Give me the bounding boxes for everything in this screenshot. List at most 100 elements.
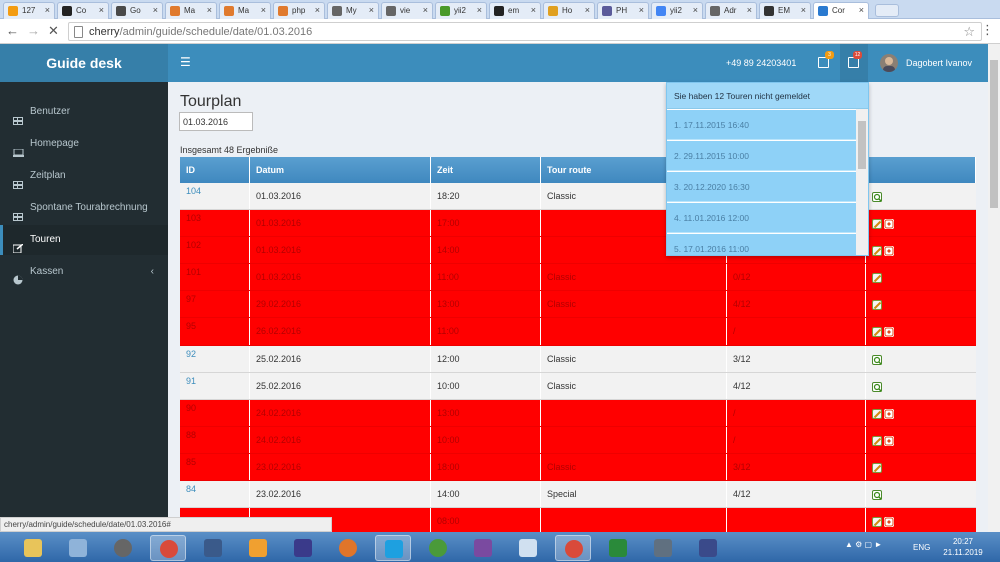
delete-icon[interactable] — [884, 517, 894, 528]
new-tab-button[interactable] — [875, 4, 899, 17]
back-icon[interactable]: ← — [6, 24, 19, 38]
tab-close-icon[interactable]: × — [45, 5, 50, 15]
notification-item[interactable]: 4. 11.01.2016 12:00 — [667, 203, 857, 233]
browser-tab[interactable]: EM × — [759, 2, 811, 19]
sidebar-item-zeitplan[interactable]: Zeitplan — [0, 161, 168, 191]
taskbar-app-button[interactable] — [690, 535, 726, 561]
browser-tab[interactable]: yii2 × — [651, 2, 703, 19]
cell-id[interactable]: 90 — [180, 399, 250, 426]
tab-close-icon[interactable]: × — [423, 5, 428, 15]
tab-close-icon[interactable]: × — [207, 5, 212, 15]
browser-tab[interactable]: Co × — [57, 2, 109, 19]
sidebar-item-touren[interactable]: Touren — [0, 225, 168, 255]
tab-close-icon[interactable]: × — [369, 5, 374, 15]
edit-icon[interactable] — [872, 327, 882, 338]
delete-icon[interactable] — [884, 327, 894, 338]
browser-tab[interactable]: vie × — [381, 2, 433, 19]
edit-icon[interactable] — [872, 435, 882, 446]
view-icon[interactable] — [872, 381, 882, 392]
taskbar-app-button[interactable] — [15, 535, 51, 561]
taskbar-app-button[interactable] — [555, 535, 591, 561]
address-bar[interactable]: cherry/admin/guide/schedule/date/01.03.2… — [68, 22, 982, 41]
notification-item[interactable]: 2. 29.11.2015 10:00 — [667, 141, 857, 171]
edit-icon[interactable] — [872, 246, 882, 257]
notification-item[interactable]: 5. 17.01.2016 11:00 — [667, 234, 857, 255]
app-logo[interactable]: Guide desk — [0, 44, 168, 82]
cell-id[interactable]: 92 — [180, 345, 250, 372]
tab-close-icon[interactable]: × — [531, 5, 536, 15]
notification-item[interactable]: 1. 17.11.2015 16:40 — [667, 110, 857, 140]
taskbar-app-button[interactable] — [645, 535, 681, 561]
forward-icon[interactable]: → — [27, 24, 40, 38]
edit-icon[interactable] — [872, 219, 882, 230]
taskbar-app-button[interactable] — [375, 535, 411, 561]
page-scroll-thumb[interactable] — [990, 60, 998, 208]
cell-id[interactable]: 84 — [180, 481, 250, 508]
date-input[interactable] — [179, 112, 253, 131]
cell-id[interactable]: 97 — [180, 291, 250, 318]
browser-tab[interactable]: em × — [489, 2, 541, 19]
tab-close-icon[interactable]: × — [693, 5, 698, 15]
tab-close-icon[interactable]: × — [585, 5, 590, 15]
cell-id[interactable]: 101 — [180, 264, 250, 291]
cell-id[interactable]: 104 — [180, 183, 250, 210]
taskbar-app-button[interactable] — [510, 535, 546, 561]
tab-close-icon[interactable]: × — [261, 5, 266, 15]
user-name[interactable]: Dagobert Ivanov — [906, 58, 972, 68]
browser-tab[interactable]: yii2 × — [435, 2, 487, 19]
chevron-left-icon[interactable]: ‹ — [151, 257, 154, 287]
browser-tab[interactable]: Adr × — [705, 2, 757, 19]
notification-item[interactable]: 3. 20.12.2020 16:30 — [667, 172, 857, 202]
view-icon[interactable] — [872, 490, 882, 501]
tab-close-icon[interactable]: × — [639, 5, 644, 15]
tab-close-icon[interactable]: × — [747, 5, 752, 15]
tab-close-icon[interactable]: × — [477, 5, 482, 15]
sidebar-item-homepage[interactable]: Homepage — [0, 129, 168, 159]
browser-tab[interactable]: Ho × — [543, 2, 595, 19]
table-row[interactable]: 95 26.02.2016 11:00 / — [180, 318, 976, 346]
taskbar-app-button[interactable] — [600, 535, 636, 561]
sidebar-toggle-icon[interactable]: ☰ — [180, 55, 191, 69]
table-row[interactable]: 85 23.02.2016 18:00 Classic 3/12 — [180, 453, 976, 482]
stop-icon[interactable]: ✕ — [48, 24, 59, 38]
column-header-datum[interactable]: Datum — [250, 157, 431, 183]
table-row[interactable]: 97 29.02.2016 13:00 Classic 4/12 — [180, 291, 976, 319]
cell-id[interactable]: 95 — [180, 318, 250, 345]
browser-tab[interactable]: Cor × — [813, 2, 869, 19]
browser-tab[interactable]: Ma × — [165, 2, 217, 19]
taskbar-app-button[interactable] — [330, 535, 366, 561]
browser-menu-icon[interactable]: ⋮ — [981, 22, 994, 38]
table-row[interactable]: 90 24.02.2016 13:00 / — [180, 399, 976, 427]
taskbar-app-button[interactable] — [240, 535, 276, 561]
browser-tab[interactable]: PH × — [597, 2, 649, 19]
table-row[interactable]: 101 01.03.2016 11:00 Classic 0/12 — [180, 264, 976, 292]
edit-icon[interactable] — [872, 462, 882, 473]
view-icon[interactable] — [872, 192, 882, 202]
table-row[interactable]: 92 25.02.2016 12:00 Classic 3/12 — [180, 345, 976, 373]
tab-close-icon[interactable]: × — [315, 5, 320, 15]
delete-icon[interactable] — [884, 219, 894, 230]
taskbar-app-button[interactable] — [195, 535, 231, 561]
table-row[interactable]: 91 25.02.2016 10:00 Classic 4/12 — [180, 372, 976, 400]
view-icon[interactable] — [872, 354, 882, 365]
column-header-zeit[interactable]: Zeit — [431, 157, 541, 183]
clock[interactable]: 20:27 21.11.2019 — [938, 536, 988, 558]
sidebar-item-kassen[interactable]: Kassen ‹ — [0, 257, 168, 287]
edit-icon[interactable] — [872, 300, 882, 311]
browser-tab[interactable]: Go × — [111, 2, 163, 19]
taskbar-app-button[interactable] — [465, 535, 501, 561]
system-tray-icons[interactable]: ▲ ⚙ ▢ ► — [845, 540, 882, 549]
taskbar-app-button[interactable] — [150, 535, 186, 561]
edit-icon[interactable] — [872, 517, 882, 528]
sidebar-item-spontane-tourabrechnung[interactable]: Spontane Tourabrechnung — [0, 193, 168, 223]
delete-icon[interactable] — [884, 246, 894, 257]
avatar[interactable] — [880, 54, 898, 72]
browser-tab[interactable]: 127 × — [3, 2, 55, 19]
browser-tab[interactable]: My × — [327, 2, 379, 19]
taskbar-app-button[interactable] — [420, 535, 456, 561]
tab-close-icon[interactable]: × — [153, 5, 158, 15]
edit-icon[interactable] — [872, 273, 882, 284]
delete-icon[interactable] — [884, 435, 894, 446]
taskbar-app-button[interactable] — [60, 535, 96, 561]
edit-icon[interactable] — [872, 408, 882, 419]
